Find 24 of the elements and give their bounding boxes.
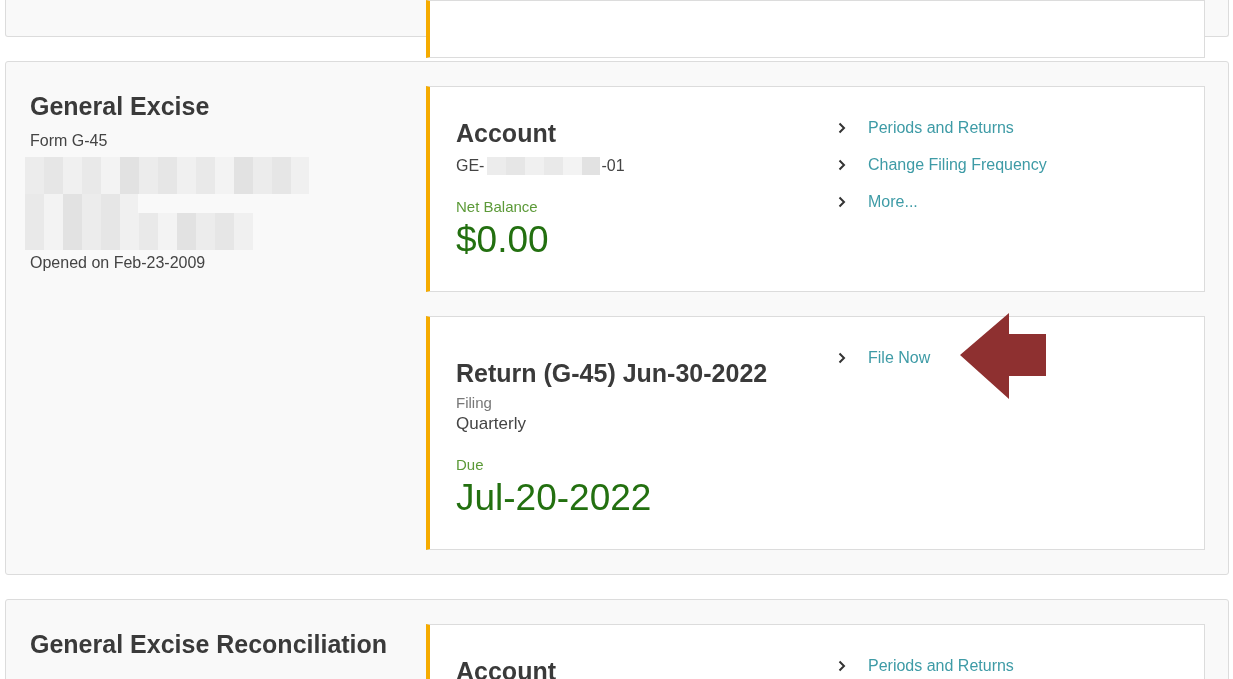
account-number-prefix: GE- [456,157,485,175]
section-title: General Excise [30,92,211,121]
form-label: Form G-45 [30,131,109,151]
account-number-suffix: -01 [601,157,625,175]
chevron-icon [838,196,846,208]
filing-label: Filing [456,394,493,411]
filing-frequency: Quarterly [456,414,527,434]
balance-label: Net Balance [456,198,539,215]
balance-amount: $0.00 [456,219,550,261]
chevron-icon [838,159,846,171]
link[interactable]: Periods and Returns [868,657,1014,675]
link[interactable]: File Now [868,349,931,367]
chevron-icon [838,660,846,672]
card-title: Account [456,119,557,148]
chevron-icon [838,122,846,134]
section-title: General Excise Reconciliation [30,630,389,659]
due-label: Due [456,456,485,473]
chevron-icon [838,352,846,364]
link[interactable]: Change Filing Frequency [868,156,1047,174]
link[interactable]: More... [868,193,918,211]
due-date: Jul-20-2022 [456,477,653,519]
opened-date: Opened on Feb-23-2009 [30,253,207,273]
card-title: Return (G-45) Jun-30-2022 [456,359,769,388]
link[interactable]: Periods and Returns [868,119,1014,137]
